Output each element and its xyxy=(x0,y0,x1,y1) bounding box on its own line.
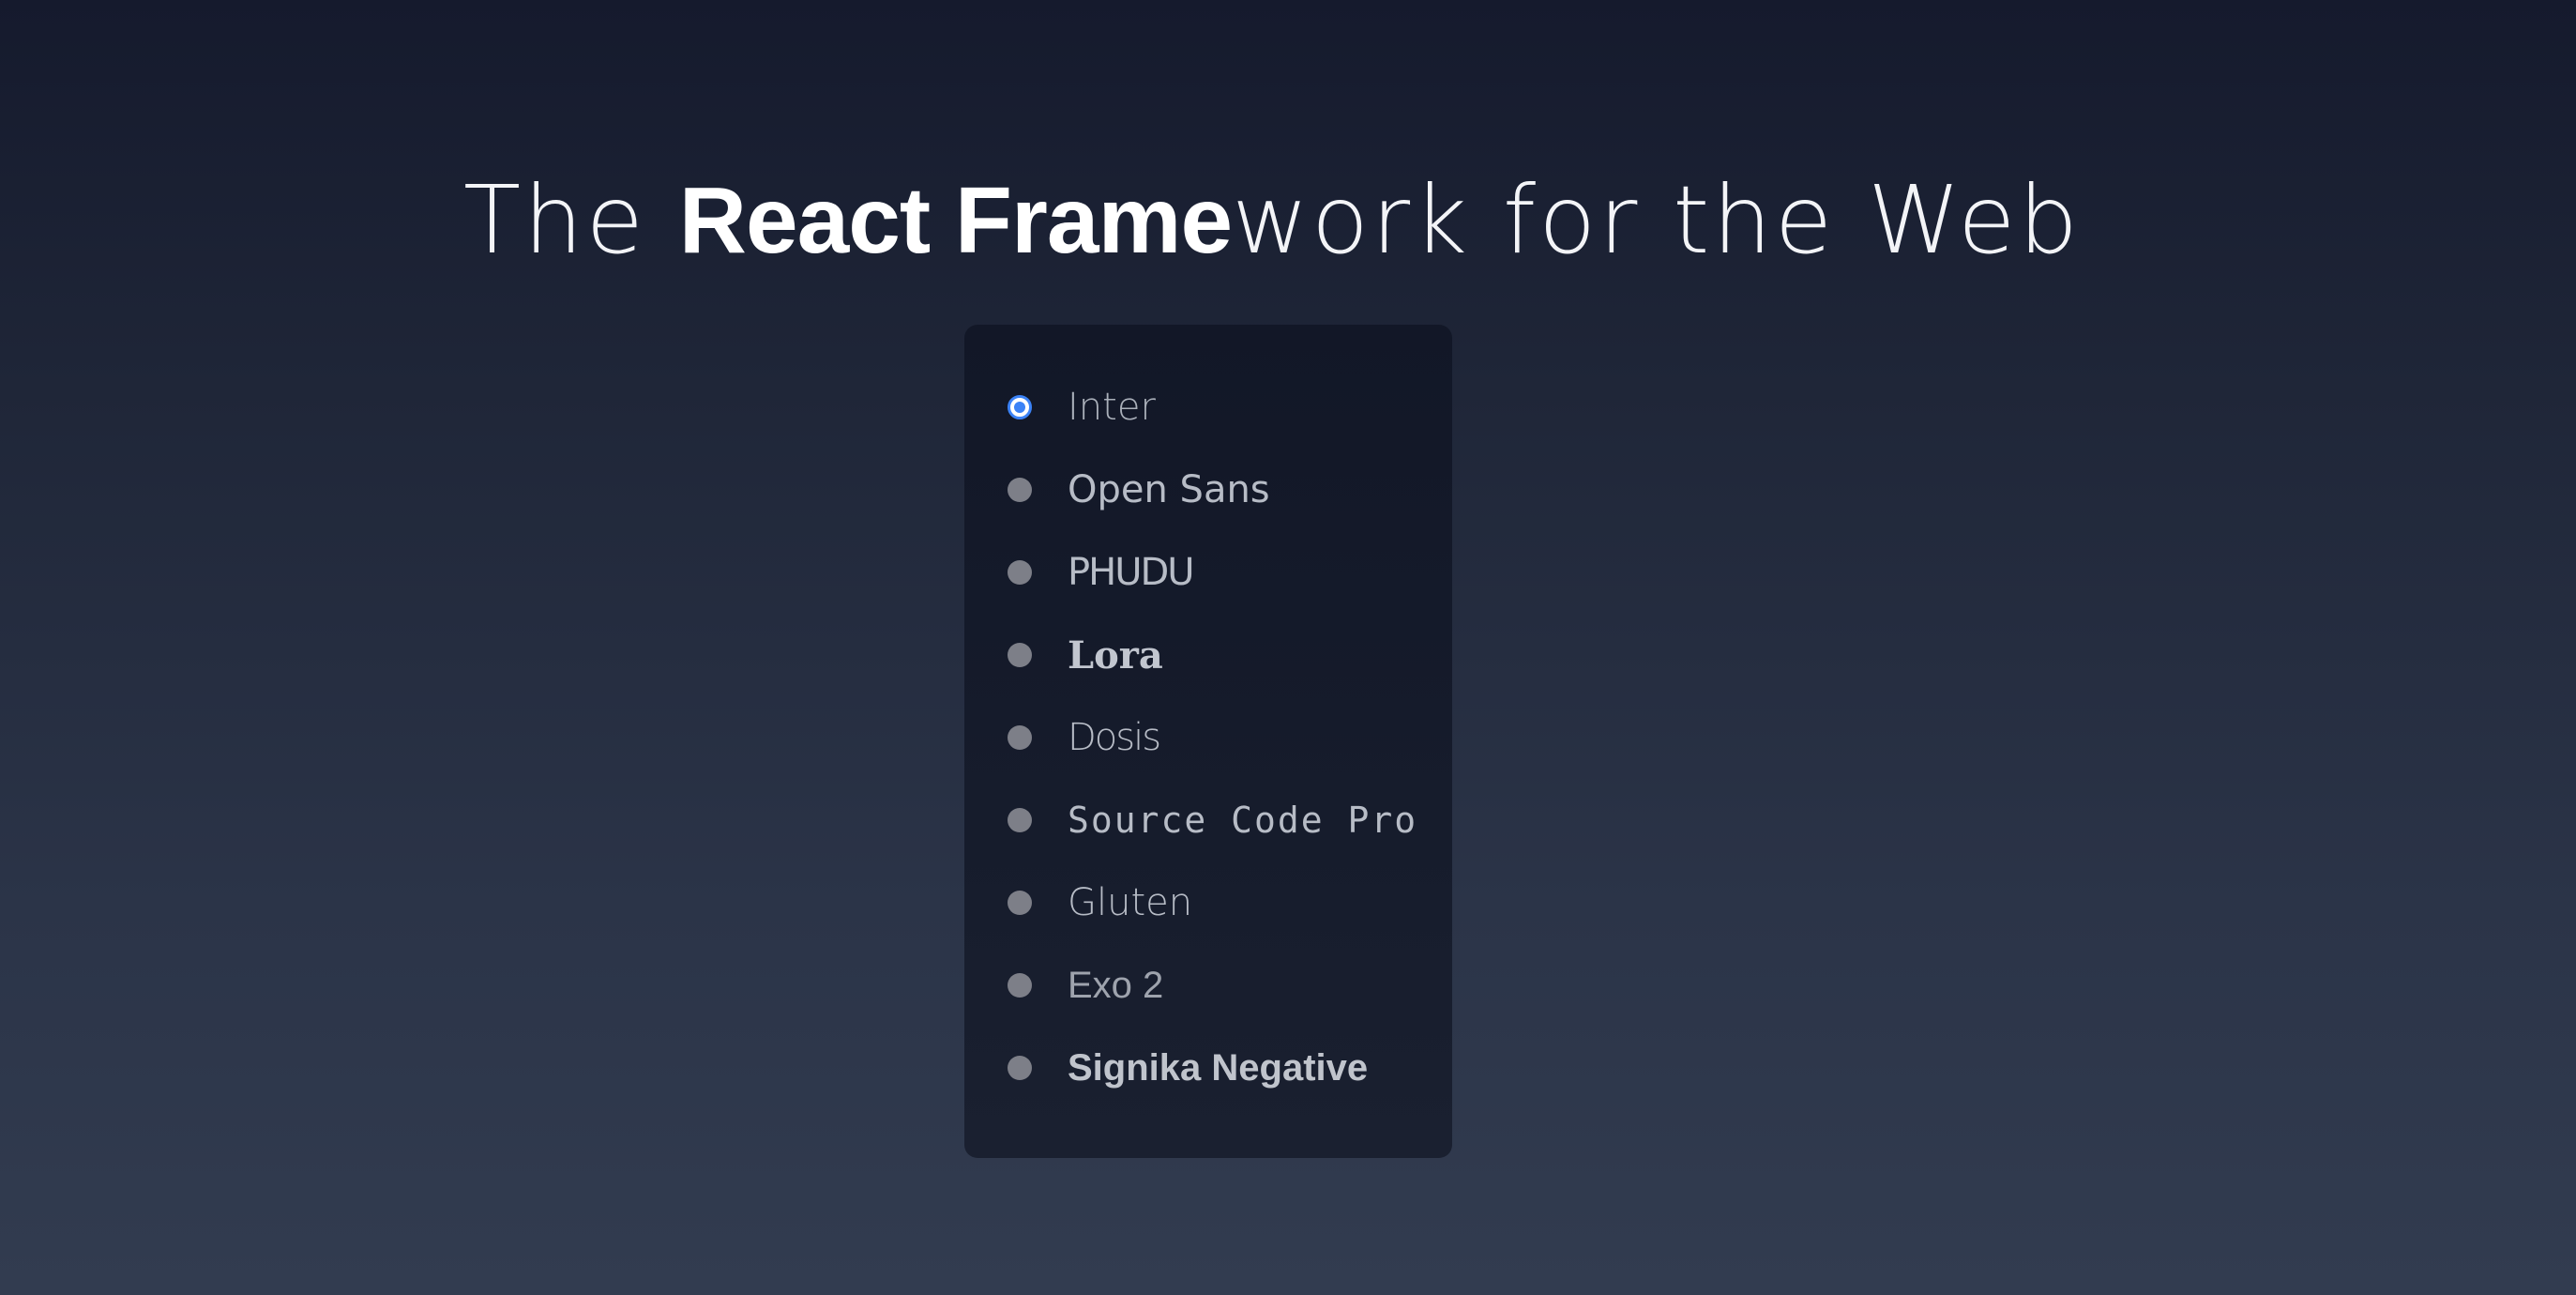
font-selector-panel: Inter Open Sans PHUDU Lora Dosis Source … xyxy=(964,325,1452,1158)
headline-part-2: React Frame xyxy=(678,168,1233,273)
radio-unchecked-icon[interactable] xyxy=(1008,808,1032,832)
font-option-label: Open Sans xyxy=(1068,468,1270,511)
font-option-label: Dosis xyxy=(1068,716,1161,759)
radio-unchecked-icon[interactable] xyxy=(1008,1056,1032,1080)
radio-unchecked-icon[interactable] xyxy=(1008,643,1032,667)
font-option-label: Source Code Pro xyxy=(1068,800,1418,841)
headline-part-1: The xyxy=(463,165,679,275)
radio-unchecked-icon[interactable] xyxy=(1008,891,1032,915)
radio-checked-icon[interactable] xyxy=(1008,395,1032,419)
page-title: The React Framework for the Web xyxy=(463,160,2114,282)
headline-part-3: work for the Web xyxy=(1232,165,2082,275)
radio-unchecked-icon[interactable] xyxy=(1008,560,1032,585)
font-option-dosis[interactable]: Dosis xyxy=(964,696,1452,779)
radio-unchecked-icon[interactable] xyxy=(1008,725,1032,750)
font-option-label: Lora xyxy=(1068,632,1163,678)
font-option-label: PHUDU xyxy=(1068,551,1195,594)
font-option-lora[interactable]: Lora xyxy=(964,614,1452,696)
radio-unchecked-icon[interactable] xyxy=(1008,973,1032,998)
font-option-inter[interactable]: Inter xyxy=(964,366,1452,449)
font-option-phudu[interactable]: PHUDU xyxy=(964,531,1452,614)
font-option-label: Exo 2 xyxy=(1068,964,1164,1006)
font-option-label: Signika Negative xyxy=(1068,1046,1369,1089)
radio-unchecked-icon[interactable] xyxy=(1008,478,1032,502)
font-option-gluten[interactable]: Gluten xyxy=(964,861,1452,944)
font-option-exo-2[interactable]: Exo 2 xyxy=(964,944,1452,1027)
font-option-label: Gluten xyxy=(1068,881,1193,924)
font-option-source-code-pro[interactable]: Source Code Pro xyxy=(964,779,1452,861)
font-option-signika-negative[interactable]: Signika Negative xyxy=(964,1027,1452,1109)
font-option-open-sans[interactable]: Open Sans xyxy=(964,449,1452,531)
font-option-label: Inter xyxy=(1068,386,1156,429)
